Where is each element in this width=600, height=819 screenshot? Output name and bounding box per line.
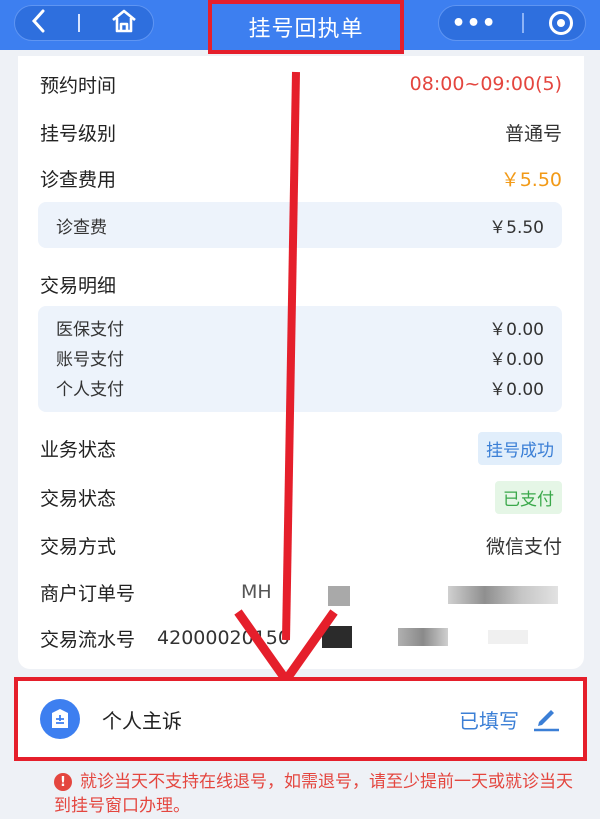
business-status-label: 业务状态 — [40, 438, 117, 461]
top-bar: 挂号回执单 ••• — [0, 0, 600, 54]
redaction-block — [328, 586, 350, 606]
home-icon[interactable] — [110, 8, 138, 38]
payment-method-label: 交易方式 — [40, 535, 117, 558]
fee-breakdown-box: 诊查费 ￥5.50 — [38, 202, 562, 248]
breakdown-value: ￥0.00 — [489, 319, 544, 340]
complaint-highlight: 个人主诉 已填写 — [14, 677, 587, 761]
transaction-breakdown-row: 账号支付 ￥0.00 — [38, 342, 562, 372]
page-title-highlight: 挂号回执单 — [208, 0, 404, 54]
registration-level-value: 普通号 — [504, 122, 562, 145]
business-status-row: 业务状态 挂号成功 — [40, 430, 562, 466]
breakdown-label: 个人支付 — [56, 379, 124, 400]
redaction-block — [488, 630, 528, 644]
redaction-block — [398, 628, 448, 646]
nav-capsule-right: ••• — [438, 5, 586, 41]
transaction-status-label: 交易状态 — [40, 487, 117, 510]
business-status-badge: 挂号成功 — [478, 431, 562, 465]
merchant-order-value: MH — [241, 581, 272, 603]
pencil-icon[interactable] — [531, 702, 561, 736]
merchant-order-label: 商户订单号 — [40, 582, 136, 605]
transaction-status-row: 交易状态 已支付 — [40, 479, 562, 515]
capsule-divider — [78, 14, 80, 32]
nav-capsule-left — [14, 5, 154, 41]
complaint-status: 已填写 — [459, 708, 519, 733]
transaction-serial-label: 交易流水号 — [40, 628, 136, 651]
complaint-title: 个人主诉 — [102, 708, 182, 733]
appointment-time-row: 预约时间 08:00~09:00(5) — [40, 66, 562, 102]
breakdown-label: 医保支付 — [56, 319, 124, 340]
refund-notice: 就诊当天不支持在线退号，如需退号，请至少提前一天或就诊当天到挂号窗口办理。 — [54, 770, 574, 818]
breakdown-label: 账号支付 — [56, 349, 124, 370]
fee-item-label: 诊查费 — [56, 217, 107, 238]
transaction-breakdown-box: 医保支付 ￥0.00 账号支付 ￥0.00 个人支付 ￥0.00 — [38, 306, 562, 412]
transaction-breakdown-row: 医保支付 ￥0.00 — [38, 312, 562, 342]
refund-notice-text: 就诊当天不支持在线退号，如需退号，请至少提前一天或就诊当天到挂号窗口办理。 — [54, 772, 573, 816]
back-arrow-icon[interactable] — [30, 9, 48, 37]
consultation-fee-row: 诊查费用 ￥5.50 — [40, 160, 562, 196]
payment-method-value: 微信支付 — [485, 535, 562, 558]
transaction-serial-value: 42000020150 — [157, 627, 290, 649]
appointment-time-label: 预约时间 — [40, 74, 117, 97]
payment-method-row: 交易方式 微信支付 — [40, 527, 562, 563]
registration-level-row: 挂号级别 普通号 — [40, 114, 562, 150]
fee-breakdown-row: 诊查费 ￥5.50 — [38, 210, 562, 240]
complaint-row[interactable]: 个人主诉 已填写 — [40, 697, 561, 741]
transaction-detail-row: 交易明细 — [40, 266, 562, 302]
appointment-time-value: 08:00~09:00(5) — [409, 73, 562, 95]
transaction-detail-label: 交易明细 — [40, 274, 117, 297]
breakdown-value: ￥0.00 — [489, 349, 544, 370]
transaction-breakdown-row: 个人支付 ￥0.00 — [38, 372, 562, 402]
more-dots-icon[interactable]: ••• — [451, 11, 496, 36]
clipboard-icon — [40, 699, 80, 739]
fee-item-value: ￥5.50 — [489, 217, 544, 238]
consultation-fee-value: ￥5.50 — [500, 168, 562, 191]
transaction-serial-row: 交易流水号 42000020150 — [40, 620, 562, 656]
redaction-block — [448, 586, 558, 604]
transaction-status-badge: 已支付 — [495, 480, 562, 514]
page-title: 挂号回执单 — [248, 17, 364, 42]
target-circle-icon[interactable] — [548, 11, 573, 35]
capsule-divider — [521, 13, 524, 33]
breakdown-value: ￥0.00 — [489, 379, 544, 400]
redaction-block — [322, 626, 352, 648]
receipt-card: 预约时间 08:00~09:00(5) 挂号级别 普通号 诊查费用 ￥5.50 … — [18, 56, 584, 669]
registration-level-label: 挂号级别 — [40, 122, 117, 145]
consultation-fee-label: 诊查费用 — [40, 168, 117, 191]
